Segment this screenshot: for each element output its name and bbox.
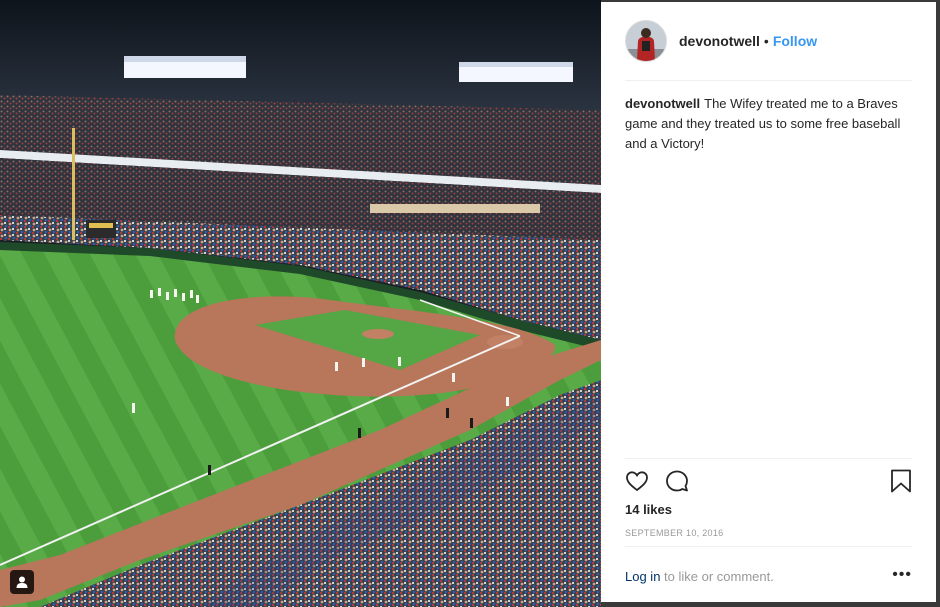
separator-dot: • (763, 33, 769, 49)
post-side-panel: devonotwell • Follow devonotwell The Wifey … (601, 2, 936, 602)
more-options-icon[interactable]: ••• (892, 566, 912, 584)
save-button[interactable] (890, 469, 912, 498)
like-button[interactable] (625, 469, 649, 498)
heart-icon (626, 471, 648, 492)
login-link[interactable]: Log in (625, 569, 660, 584)
comment-bar: Log in to like or comment. ••• (625, 546, 912, 603)
comment-button[interactable] (665, 469, 689, 498)
username-link[interactable]: devonotwell (679, 33, 760, 49)
post-photo[interactable] (0, 0, 601, 607)
post-caption: devonotwell The Wifey treated me to a Bra… (625, 94, 915, 154)
login-prompt-suffix: to like or comment. (660, 569, 774, 584)
post-header: devonotwell • Follow (625, 20, 912, 81)
header-text: devonotwell • Follow (679, 33, 817, 49)
avatar-image (626, 21, 666, 61)
bookmark-icon (891, 469, 911, 493)
likes-count[interactable]: 14 likes (625, 502, 672, 517)
avatar[interactable] (625, 20, 667, 62)
stadium-image (0, 0, 601, 607)
caption-username-link[interactable]: devonotwell (625, 96, 700, 111)
user-tag-button[interactable] (10, 570, 34, 594)
comment-icon (666, 470, 688, 492)
post-date[interactable]: SEPTEMBER 10, 2016 (625, 528, 723, 538)
login-prompt: Log in to like or comment. (625, 569, 774, 584)
follow-button[interactable]: Follow (773, 33, 817, 49)
user-tag-icon (16, 576, 28, 588)
